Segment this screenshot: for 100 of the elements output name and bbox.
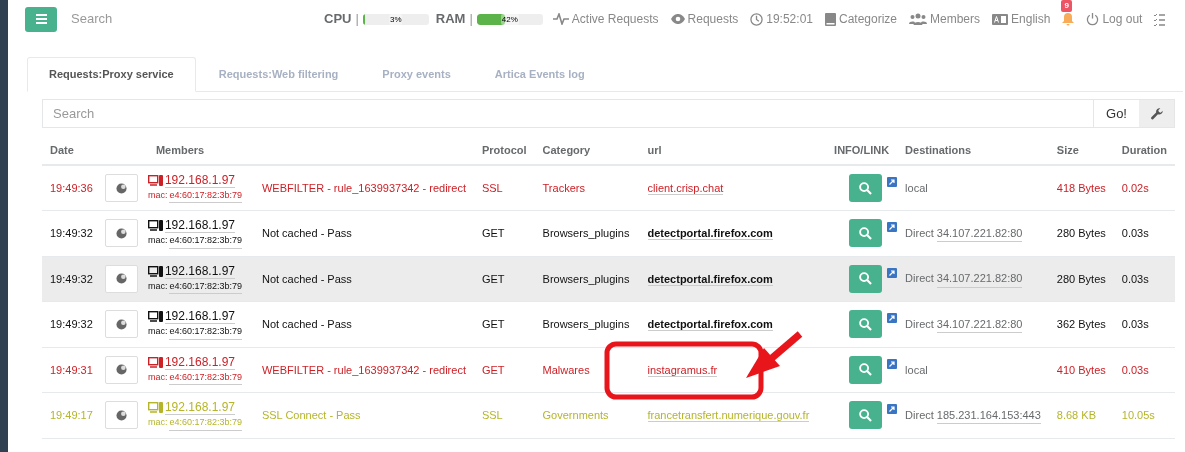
status-button[interactable]	[104, 174, 138, 202]
info-search-button[interactable]	[849, 264, 883, 293]
info-search-button[interactable]	[849, 219, 883, 248]
mac-link[interactable]: e4:60:17:82:3b:79	[169, 325, 242, 340]
info-search-button[interactable]	[849, 174, 883, 202]
ip-link[interactable]: 192.168.1.97	[164, 263, 235, 279]
mac-label: mac:	[147, 416, 168, 429]
language-card-icon	[992, 13, 1009, 25]
url-link[interactable]: client.crisp.chat	[647, 181, 724, 195]
table-row[interactable]: 19:49:36 192.168.1.97 mac: e4:60:17:82:3b:79 WEBFILTER - rule_1639937342 - redirect SSL Trackers client.crisp.chat local 418 Bytes 0.02s	[42, 165, 1175, 211]
external-link-icon[interactable]	[887, 177, 898, 187]
search-field[interactable]: Search	[71, 9, 271, 29]
menu-button[interactable]	[25, 6, 57, 32]
table-row[interactable]: 19:49:31 192.168.1.97 mac: e4:60:17:82:3b:79 WEBFILTER - rule_1639937342 - redirect GET Malwares instagramus.fr local 410 Bytes 0.03s	[42, 347, 1175, 393]
external-link-icon[interactable]	[887, 222, 898, 233]
search-icon	[859, 272, 873, 286]
ip-link[interactable]: 192.168.1.97	[164, 354, 235, 370]
destination-text: Direct	[905, 225, 934, 241]
status-button[interactable]	[104, 219, 138, 248]
url-link[interactable]: detectportal.firefox.com	[647, 272, 773, 286]
table-cell: Not cached - Pass	[253, 210, 474, 256]
computer-icon	[147, 356, 163, 368]
url-link[interactable]: detectportal.firefox.com	[647, 227, 773, 240]
search-bar[interactable]: Search Go!	[42, 99, 1175, 128]
destination-text: Direct	[905, 407, 934, 423]
table-cell: 19:49:36	[42, 165, 105, 211]
table-cell: WEBFILTER - rule_1639937342 - redirect	[253, 347, 474, 393]
tab[interactable]: Requests:Proxy service	[27, 57, 196, 92]
mac-label: mac:	[147, 370, 168, 384]
external-link-icon[interactable]	[887, 267, 898, 278]
table-cell: Not cached - Pass	[253, 301, 474, 347]
column-header: Protocol	[473, 137, 535, 165]
table-cell: 0.02s	[1113, 165, 1175, 211]
bell-icon	[1062, 12, 1075, 26]
table-row[interactable]: 19:49:32 192.168.1.97 mac: e4:60:17:82:3b:79 Not cached - Pass GET Browsers_plugins detectportal.firefox.com Direct 34.107.221.82:80 280 Bytes 0.03s	[42, 210, 1175, 256]
nav-link[interactable]: Categorize	[825, 10, 897, 28]
table-cell: GET	[473, 301, 535, 347]
moon-icon	[115, 227, 127, 239]
mac-label: mac:	[147, 234, 168, 247]
wrench-icon[interactable]	[1139, 100, 1174, 127]
table-cell: Browsers_plugins	[534, 301, 640, 347]
table-row[interactable]: 19:49:17 192.168.1.97 mac: e4:60:17:82:3b:79 SSL Connect - Pass SSL Governments francetransfert.numerique.gouv.fr Direct 185.231.164.153:443 8.68 KB 10.05s	[42, 392, 1175, 438]
destination-link[interactable]: 34.107.221.82:80	[936, 315, 1023, 333]
destination-text: local	[905, 362, 928, 378]
table-cell: SSL	[473, 392, 535, 438]
info-search-button[interactable]	[849, 310, 883, 339]
table-cell: Governments	[534, 392, 640, 438]
menu-icon	[35, 14, 47, 24]
status-button[interactable]	[104, 264, 138, 293]
table-cell: 362 Bytes	[1048, 301, 1114, 347]
search-icon	[859, 181, 873, 195]
pulse-icon	[552, 13, 569, 25]
destination-link[interactable]: 185.231.164.153:443	[936, 406, 1041, 424]
computer-icon	[147, 174, 163, 186]
status-button[interactable]	[104, 401, 138, 430]
nav-link[interactable]: Active Requests	[552, 10, 659, 28]
url-link[interactable]: instagramus.fr	[647, 363, 718, 377]
mac-link[interactable]: e4:60:17:82:3b:79	[169, 234, 242, 249]
computer-icon	[147, 265, 163, 277]
checklist-icon	[1154, 12, 1166, 26]
destination-link[interactable]: 34.107.221.82:80	[936, 224, 1023, 242]
status-button[interactable]	[104, 310, 138, 339]
info-search-button[interactable]	[849, 355, 883, 384]
destination-link[interactable]: 34.107.221.82:80	[936, 270, 1023, 288]
mac-link[interactable]: e4:60:17:82:3b:79	[169, 370, 242, 385]
nav-link[interactable]: 19:52:01	[750, 10, 813, 28]
status-button[interactable]	[104, 355, 138, 384]
moon-icon	[115, 318, 127, 330]
column-header: Date	[42, 137, 105, 165]
info-search-button[interactable]	[849, 401, 883, 430]
table-cell: Browsers_plugins	[534, 256, 640, 302]
moon-icon	[115, 364, 127, 376]
nav-link[interactable]: English	[992, 10, 1051, 28]
table-cell: 19:49:31	[42, 347, 105, 393]
separator: |	[469, 10, 473, 29]
table-cell: GET	[473, 256, 535, 302]
external-link-icon[interactable]	[887, 404, 898, 415]
table-cell: 410 Bytes	[1048, 347, 1114, 393]
nav-link[interactable]: Members	[909, 10, 981, 28]
table-cell: GET	[473, 210, 535, 256]
url-link[interactable]: detectportal.firefox.com	[647, 318, 773, 331]
nav-link[interactable]: Requests	[670, 10, 739, 28]
ip-link[interactable]: 192.168.1.97	[164, 172, 235, 188]
mac-link[interactable]: e4:60:17:82:3b:79	[169, 279, 242, 294]
table-cell: SSL	[473, 165, 535, 211]
search-field[interactable]: Search	[43, 100, 1094, 127]
ip-link[interactable]: 192.168.1.97	[164, 309, 235, 324]
ip-link[interactable]: 192.168.1.97	[164, 218, 235, 233]
nav-link[interactable]: Log out	[1086, 10, 1143, 28]
nav-link[interactable]	[1154, 12, 1166, 26]
table-cell: 0.03s	[1113, 256, 1175, 302]
table-row[interactable]: 19:49:32 192.168.1.97 mac: e4:60:17:82:3b:79 Not cached - Pass GET Browsers_plugins detectportal.firefox.com Direct 34.107.221.82:80 362 Bytes 0.03s	[42, 301, 1175, 347]
mac-label: mac:	[147, 279, 168, 293]
table-cell: WEBFILTER - rule_1639937342 - redirect	[253, 165, 474, 211]
table-cell: Not cached - Pass	[253, 256, 474, 302]
table-cell: 280 Bytes	[1048, 256, 1114, 302]
search-icon	[859, 408, 873, 422]
mac-link[interactable]: e4:60:17:82:3b:79	[169, 188, 242, 204]
external-link-icon[interactable]	[887, 358, 898, 369]
external-link-icon[interactable]	[887, 313, 898, 324]
